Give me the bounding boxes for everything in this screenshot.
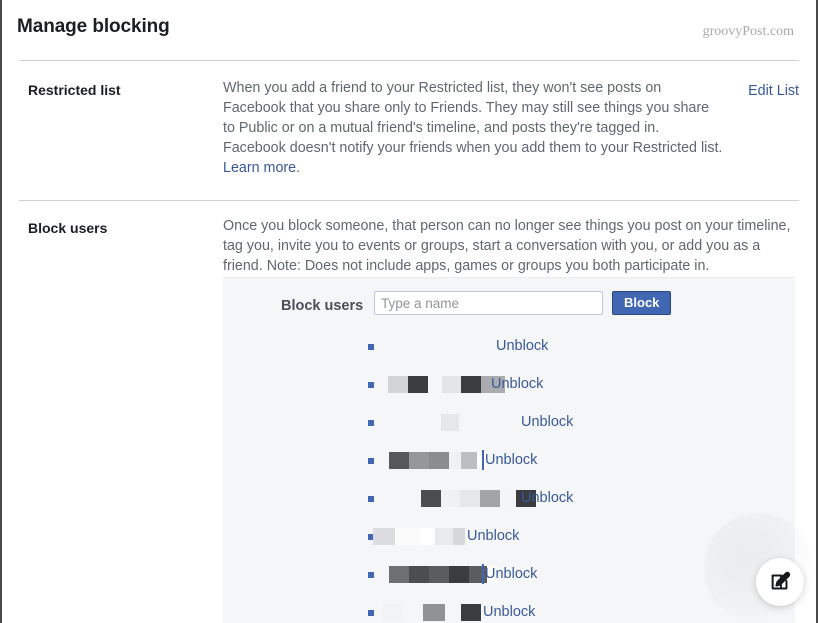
bullet-square-icon bbox=[368, 420, 374, 426]
redacted-name-block bbox=[429, 566, 449, 583]
blocked-user-row: Unblock bbox=[223, 330, 795, 368]
redacted-name-block bbox=[441, 490, 460, 507]
redacted-name-block bbox=[461, 604, 481, 621]
bullet-square-icon bbox=[368, 496, 374, 502]
page-title: Manage blocking bbox=[17, 16, 170, 37]
redacted-name-block bbox=[461, 452, 477, 469]
unblock-link[interactable]: Unblock bbox=[467, 528, 519, 544]
redacted-name-block bbox=[441, 414, 459, 431]
redacted-name-block bbox=[435, 528, 453, 545]
redacted-name-block bbox=[383, 604, 403, 621]
blocked-users-list: Unblock Unblock Unblock Unblock Unblock Unblo… bbox=[223, 330, 795, 623]
redacted-name-block bbox=[500, 490, 516, 507]
redacted-name-block bbox=[388, 376, 408, 393]
redacted-name-block bbox=[421, 490, 441, 507]
redacted-name-block bbox=[442, 376, 461, 393]
unblock-link[interactable]: Unblock bbox=[496, 338, 548, 354]
bullet-square-icon bbox=[368, 382, 374, 388]
edit-list-link[interactable]: Edit List bbox=[748, 83, 799, 99]
redacted-name-block bbox=[409, 452, 429, 469]
unblock-link[interactable]: Unblock bbox=[485, 566, 537, 582]
compose-button[interactable] bbox=[756, 558, 804, 606]
unblock-link[interactable]: Unblock bbox=[491, 376, 543, 392]
redacted-name-block bbox=[409, 566, 429, 583]
restricted-description-text: When you add a friend to your Restricted… bbox=[223, 80, 723, 156]
unblock-link[interactable]: Unblock bbox=[521, 490, 573, 506]
restricted-list-label: Restricted list bbox=[28, 82, 121, 98]
manage-blocking-page: Manage blocking groovyPost.com Restricte… bbox=[0, 0, 818, 623]
block-name-input[interactable] bbox=[374, 291, 603, 315]
unblock-link[interactable]: Unblock bbox=[521, 414, 573, 430]
redacted-name-block bbox=[449, 452, 461, 469]
redacted-name-block bbox=[389, 566, 409, 583]
redacted-name-block bbox=[373, 528, 395, 545]
block-users-description: Once you block someone, that person can … bbox=[223, 218, 791, 274]
block-users-panel: Block users Block UnblockUnblockUnblockU… bbox=[223, 277, 795, 623]
blocked-user-row: Unblock bbox=[223, 444, 795, 482]
block-users-form-label: Block users bbox=[281, 298, 364, 314]
unblock-link[interactable]: Unblock bbox=[485, 452, 537, 468]
blocked-user-row: Unblock bbox=[223, 406, 795, 444]
block-users-form: Block users Block bbox=[223, 291, 795, 323]
divider-top bbox=[19, 60, 799, 61]
blocked-user-row: Unblock bbox=[223, 520, 795, 558]
blocked-user-row: Unblock bbox=[223, 558, 795, 596]
blocked-user-row: Unblock bbox=[223, 368, 795, 406]
redacted-name-block bbox=[480, 490, 500, 507]
divider-middle bbox=[19, 200, 799, 201]
page-header: Manage blocking groovyPost.com bbox=[2, 0, 816, 60]
redacted-name-block bbox=[449, 566, 469, 583]
blocked-user-row: Unblock bbox=[223, 596, 795, 623]
learn-more-link[interactable]: Learn more bbox=[223, 160, 296, 176]
bullet-square-icon bbox=[368, 344, 374, 350]
bullet-square-icon bbox=[368, 610, 374, 616]
restricted-description-period: . bbox=[296, 160, 301, 176]
redacted-name-block bbox=[423, 604, 445, 621]
block-users-label: Block users bbox=[28, 220, 108, 236]
redacted-name-block bbox=[461, 376, 481, 393]
redacted-name-block bbox=[395, 528, 421, 545]
bullet-square-icon bbox=[368, 458, 374, 464]
site-watermark: groovyPost.com bbox=[702, 24, 794, 39]
unblock-link[interactable]: Unblock bbox=[483, 604, 535, 620]
redacted-name-block bbox=[460, 490, 480, 507]
bullet-square-icon bbox=[368, 572, 374, 578]
redacted-name-block bbox=[389, 452, 409, 469]
redacted-name-block bbox=[421, 528, 435, 545]
block-submit-button[interactable]: Block bbox=[612, 291, 672, 315]
text-caret bbox=[482, 564, 484, 584]
blocked-user-row: Unblock bbox=[223, 482, 795, 520]
restricted-list-description: When you add a friend to your Restricted… bbox=[223, 78, 723, 178]
redacted-name-block bbox=[408, 376, 428, 393]
text-caret bbox=[482, 450, 484, 470]
redacted-name-block bbox=[453, 528, 465, 545]
redacted-name-block bbox=[429, 452, 449, 469]
